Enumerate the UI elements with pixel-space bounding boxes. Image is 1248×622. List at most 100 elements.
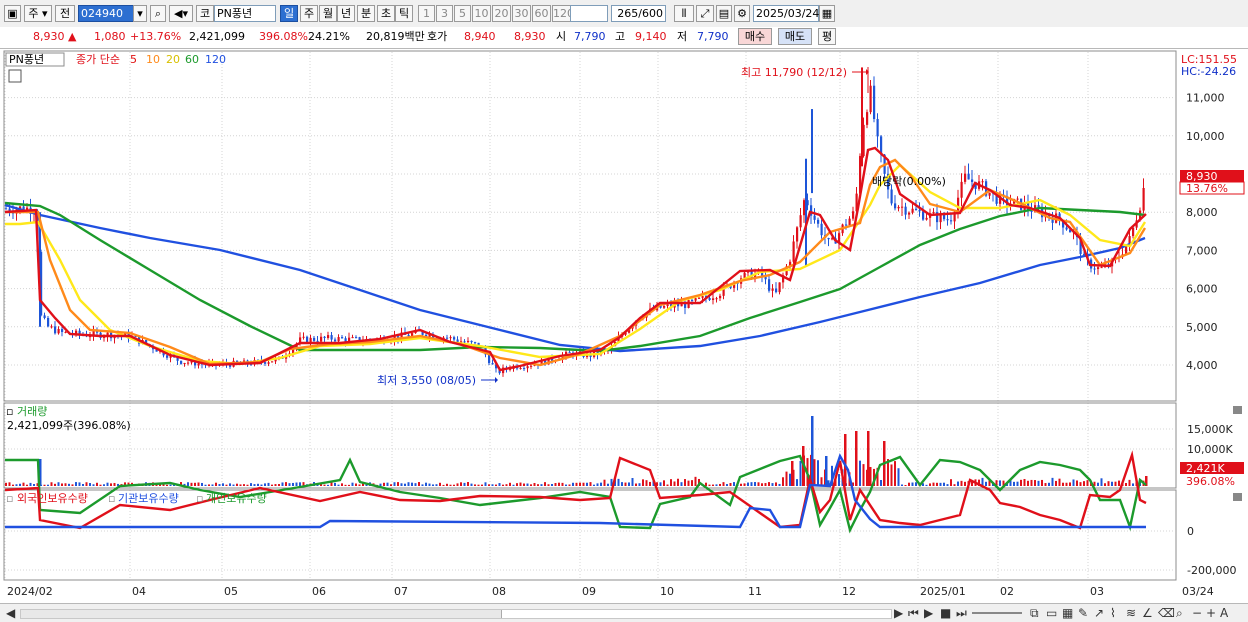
interval-20[interactable]: 20 xyxy=(492,5,511,22)
volume-bar xyxy=(1104,483,1106,486)
x-tick-label: 08 xyxy=(492,585,506,598)
volume-bar xyxy=(782,477,784,486)
scroll-right-icon[interactable]: ▶ xyxy=(894,605,903,621)
window-icon[interactable]: ▭ xyxy=(1046,605,1057,621)
up-arrow-icon: ▲ xyxy=(68,30,77,43)
play-icon[interactable]: ▶ xyxy=(924,605,933,621)
candle-body xyxy=(712,298,715,301)
trade-amount: 20,819백만 xyxy=(366,30,425,43)
volume-bar xyxy=(418,482,420,486)
buy-button[interactable]: 매수 xyxy=(738,28,772,45)
draw-icon[interactable]: ✎ xyxy=(1078,605,1088,621)
interval-5[interactable]: 5 xyxy=(454,5,471,22)
tab-2[interactable]: 월 xyxy=(319,5,337,22)
volume-bar xyxy=(239,484,242,486)
line-tool-icon[interactable]: ⤢ xyxy=(696,5,714,22)
volume-bar xyxy=(68,483,70,486)
zoom-out-icon[interactable]: − xyxy=(1192,605,1202,621)
volume-bar xyxy=(687,480,690,486)
candle-body xyxy=(337,337,340,342)
eval-button[interactable]: 평 xyxy=(818,28,836,45)
interval-custom-field[interactable] xyxy=(570,5,608,22)
holding-panel-close-icon[interactable] xyxy=(1233,493,1242,501)
candle-body xyxy=(911,208,914,213)
period-select[interactable]: 주 ▾ xyxy=(24,5,52,22)
hold-tick-label: -200,000 xyxy=(1187,564,1236,577)
volume-bar xyxy=(470,483,473,486)
code-input[interactable]: 024940 xyxy=(78,5,134,22)
volume-bar xyxy=(901,484,903,486)
copy-icon[interactable]: ⧉ xyxy=(1030,605,1039,621)
candle-body xyxy=(701,296,704,298)
grid-toggle-icon[interactable] xyxy=(8,69,22,83)
volume-panel-close-icon[interactable] xyxy=(1233,406,1242,414)
count-field[interactable]: 265/600 xyxy=(611,5,666,22)
volume-bar xyxy=(285,482,287,486)
date-field[interactable]: 2025/03/24 xyxy=(753,5,819,22)
code-dropdown-icon[interactable]: ▾ xyxy=(133,5,147,22)
volume-bar xyxy=(57,482,60,486)
interval-30[interactable]: 30 xyxy=(512,5,531,22)
first-icon[interactable]: ⏮ xyxy=(908,605,919,621)
stop-icon[interactable]: ■ xyxy=(940,605,951,621)
search-icon[interactable]: ⌕ xyxy=(150,5,166,22)
pattern-icon[interactable]: ≋ xyxy=(1126,605,1136,621)
interval-60[interactable]: 60 xyxy=(532,5,551,22)
stock-name-field[interactable]: PN풍년 xyxy=(214,5,276,22)
trend-icon[interactable]: ↗ xyxy=(1094,605,1104,621)
volume-bar xyxy=(253,484,256,486)
zoom-slider[interactable] xyxy=(972,612,1022,614)
market-badge[interactable]: 코 xyxy=(196,5,214,22)
tab-3[interactable]: 년 xyxy=(337,5,355,22)
volume-bar xyxy=(288,483,291,486)
volume-bar xyxy=(813,459,816,486)
erase-icon[interactable]: ⌫ xyxy=(1158,605,1175,621)
tab-5[interactable]: 초 xyxy=(377,5,395,22)
volume-bar xyxy=(1041,479,1043,486)
scrollbar-thumb[interactable] xyxy=(501,610,891,618)
volume-bar xyxy=(775,482,777,486)
volume-bar xyxy=(211,484,214,486)
candle-body xyxy=(901,206,904,208)
volume-bar xyxy=(761,483,763,486)
ruler-icon[interactable]: ⌇ xyxy=(1110,605,1116,621)
volume-bar xyxy=(358,484,361,486)
layout-icon[interactable]: ▣ xyxy=(4,5,21,22)
candle-body xyxy=(792,241,795,262)
scroll-left-icon[interactable]: ◀ xyxy=(6,605,15,621)
last-icon[interactable]: ⏭ xyxy=(956,605,967,621)
volume-bar xyxy=(323,484,326,486)
text-tool-icon[interactable]: A xyxy=(1220,605,1228,621)
candle-body xyxy=(267,362,270,364)
volume-bar xyxy=(932,482,935,486)
candle-body xyxy=(355,337,358,339)
legend-type: 종가 단순 xyxy=(76,53,120,66)
interval-3[interactable]: 3 xyxy=(436,5,453,22)
calendar-icon[interactable]: ▦ xyxy=(819,5,835,22)
stock-chart[interactable]: 11,00010,0009,0008,0007,0006,0005,0004,0… xyxy=(0,49,1248,603)
speaker-icon[interactable]: ◀▾ xyxy=(169,5,193,22)
interval-1[interactable]: 1 xyxy=(418,5,435,22)
candle-icon[interactable]: ⫴ xyxy=(674,5,694,22)
tab-0[interactable]: 일 xyxy=(280,5,298,22)
tab-4[interactable]: 분 xyxy=(357,5,375,22)
grid-icon[interactable]: ▦ xyxy=(1062,605,1073,621)
volume-bar xyxy=(215,482,217,486)
candle-body xyxy=(866,112,869,125)
tab-1[interactable]: 주 xyxy=(300,5,318,22)
angle-icon[interactable]: ∠ xyxy=(1142,605,1153,621)
zoom-in-icon[interactable]: + xyxy=(1206,605,1216,621)
interval-10[interactable]: 10 xyxy=(472,5,491,22)
scrollbar-track[interactable] xyxy=(20,609,892,619)
candle-body xyxy=(813,215,816,220)
candle-body xyxy=(446,337,449,339)
prev-button[interactable]: 전 xyxy=(55,5,75,22)
candle-body xyxy=(1132,227,1135,237)
sell-button[interactable]: 매도 xyxy=(778,28,812,45)
save-icon[interactable]: ▤ xyxy=(716,5,732,22)
volume-bar xyxy=(1065,482,1068,486)
gear-icon[interactable]: ⚙ xyxy=(734,5,750,22)
zoom-icon[interactable]: ⌕ xyxy=(1176,605,1183,621)
tab-6[interactable]: 틱 xyxy=(395,5,413,22)
volume-bar xyxy=(421,484,424,486)
